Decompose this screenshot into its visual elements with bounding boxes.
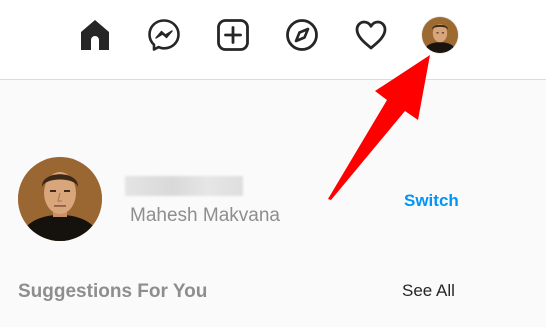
messenger-icon[interactable] [146,17,182,53]
top-navigation-bar [0,0,546,80]
blurred-username [125,176,243,196]
see-all-link[interactable]: See All [402,281,455,301]
explore-icon[interactable] [284,17,320,53]
profile-photo-icon [18,157,102,241]
suggestions-heading: Suggestions For You [18,281,208,302]
profile-avatar[interactable] [422,17,458,53]
home-icon[interactable] [77,17,113,53]
activity-heart-icon[interactable] [353,17,389,53]
profile-photo-icon [422,17,458,53]
account-full-name: Mahesh Makvana [130,205,280,226]
current-account-avatar[interactable] [18,157,102,241]
new-post-icon[interactable] [215,17,251,53]
switch-account-button[interactable]: Switch [404,191,459,211]
